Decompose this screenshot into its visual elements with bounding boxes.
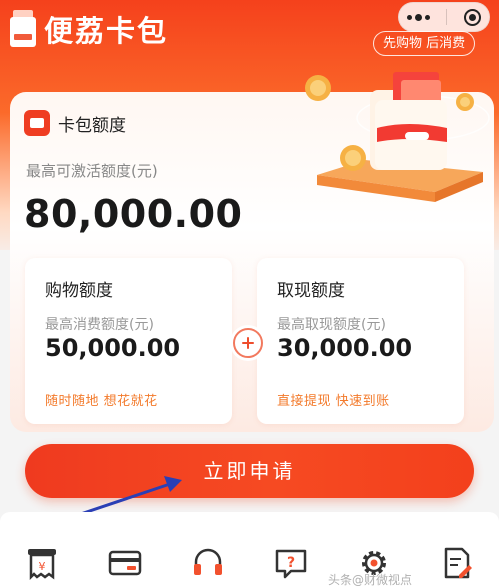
cash-limit-value: 30,000.00 [277,334,413,362]
card-icon[interactable] [107,545,143,581]
cash-limit-title: 取现额度 [277,281,345,301]
mini-program-capsule[interactable] [398,2,490,32]
wallet-illustration-icon [305,72,490,202]
shopping-limit-card[interactable]: 购物额度 最高消费额度(元) 50,000.00 随时随地 想花就花 [25,258,232,424]
shopping-limit-title: 购物额度 [45,281,113,301]
cash-limit-card[interactable]: 取现额度 最高取现额度(元) 30,000.00 直接提现 快速到账 [257,258,464,424]
brand-name: 便荔卡包 [44,14,169,48]
brand: 便荔卡包 [8,8,168,50]
svg-text:?: ? [287,555,295,571]
shopping-limit-label: 最高消费额度(元) [45,317,154,333]
close-icon[interactable] [463,8,481,26]
svg-text:¥: ¥ [39,560,46,573]
document-edit-icon[interactable] [439,545,475,581]
shopping-limit-value: 50,000.00 [45,334,181,362]
shopping-slogan: 随时随地 想花就花 [45,394,158,409]
card-title: 卡包额度 [24,110,126,136]
max-limit-label: 最高可激活额度(元) [26,162,158,180]
help-chat-icon[interactable]: ? [273,545,309,581]
headset-icon[interactable] [190,545,226,581]
receipt-yuan-icon[interactable]: ¥ [24,545,60,581]
apply-now-button[interactable]: 立即申请 [25,444,474,498]
card-wallet-icon [24,110,50,136]
shop-first-tag: 先购物 后消费 [373,31,476,56]
cash-limit-label: 最高取现额度(元) [277,317,386,333]
max-limit-amount: 80,000.00 [24,192,243,236]
card-title-text: 卡包额度 [58,115,126,136]
cash-slogan: 直接提现 快速到账 [277,394,390,409]
bottom-service-panel [0,512,499,587]
more-icon[interactable] [407,13,431,21]
wallet-logo-icon [8,9,38,49]
plus-icon [233,328,263,358]
watermark: 头条@财微视点 [328,573,413,587]
capsule-divider [446,9,448,25]
